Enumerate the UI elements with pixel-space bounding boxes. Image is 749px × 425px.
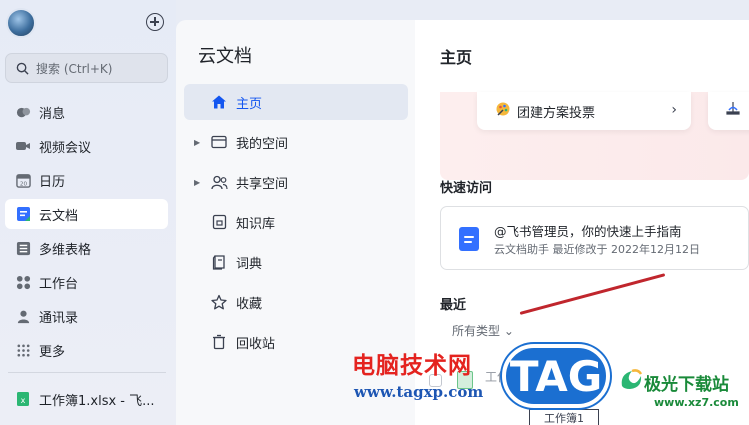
home-icon: [210, 93, 228, 111]
folder-icon: [210, 133, 228, 151]
nav-item-label: 日历: [39, 174, 66, 190]
docs-item-favorites[interactable]: 收藏: [184, 284, 408, 320]
watermark-site-name: 电脑技术网: [352, 352, 472, 379]
excel-file-icon: x: [15, 391, 31, 407]
cloud-doc-icon: [15, 206, 31, 222]
nav-item-label: 消息: [39, 106, 66, 122]
docs-item-label: 词典: [236, 256, 263, 272]
template-card-team-vote[interactable]: 团建方案投票 ›: [477, 92, 691, 130]
template-card-partial[interactable]: [708, 92, 749, 130]
table-icon: [15, 240, 31, 256]
docs-item-my-space[interactable]: ▶ 我的空间: [184, 124, 408, 160]
docs-item-knowledge-base[interactable]: 知识库: [184, 204, 408, 240]
expand-caret-icon[interactable]: ▶: [194, 138, 204, 147]
brand-swirl-icon: [621, 369, 643, 389]
page-title: 主页: [440, 48, 473, 67]
nav-item-label: 多维表格: [39, 242, 92, 258]
knowledge-base-icon: [210, 213, 228, 231]
search-placeholder: 搜索 (Ctrl+K): [36, 61, 113, 76]
watermark-brand-url: www.xz7.com: [654, 396, 739, 409]
search-icon: [16, 62, 29, 75]
calendar-date-badge: 20: [19, 181, 27, 187]
quick-access-doc-title: @飞书管理员，你的快速上手指南: [494, 224, 682, 239]
chat-bubble-icon: [15, 104, 31, 120]
docs-item-label: 主页: [236, 96, 263, 112]
svg-text:x: x: [21, 396, 26, 405]
contacts-icon: [15, 308, 31, 324]
chevron-right-icon: ›: [671, 102, 677, 118]
left-navigation: 搜索 (Ctrl+K) 消息 视频会议 20 日历 云文档 多维表格 工作台 通…: [0, 0, 176, 425]
nav-item-workspace[interactable]: 工作台: [5, 267, 168, 297]
nav-item-contacts[interactable]: 通讯录: [5, 301, 168, 331]
divider: [8, 372, 166, 373]
nav-item-more[interactable]: 更多: [5, 335, 168, 365]
quick-access-doc-meta: 云文档助手 最近修改于 2022年12月12日: [494, 243, 700, 256]
docs-item-dictionary[interactable]: 词典: [184, 244, 408, 280]
docs-item-home[interactable]: 主页: [184, 84, 408, 120]
search-input[interactable]: 搜索 (Ctrl+K): [5, 53, 168, 83]
recent-heading: 最近: [440, 298, 467, 313]
nav-item-label: 通讯录: [39, 310, 79, 326]
nav-item-multidimensional-table[interactable]: 多维表格: [5, 233, 168, 263]
docs-item-label: 收藏: [236, 296, 263, 312]
template-card-label: 团建方案投票: [517, 105, 596, 121]
avatar[interactable]: [6, 8, 36, 38]
star-icon: [210, 293, 228, 311]
watermark-brand-name: 极光下载站: [644, 375, 729, 395]
nav-item-cloud-docs[interactable]: 云文档: [5, 199, 168, 229]
nav-item-video-meeting[interactable]: 视频会议: [5, 131, 168, 161]
more-dots-icon: [15, 342, 31, 358]
docs-item-label: 回收站: [236, 336, 276, 352]
quick-access-heading: 快速访问: [440, 181, 493, 196]
workspace-grid-icon: [15, 274, 31, 290]
docs-item-label: 知识库: [236, 216, 276, 232]
nav-item-calendar[interactable]: 20 日历: [5, 165, 168, 195]
banner: 团建方案投票 ›: [440, 92, 749, 180]
open-file-label: 工作簿1.xlsx - 飞...: [39, 393, 155, 409]
docs-item-label: 共享空间: [236, 176, 289, 192]
calendar-icon: 20: [15, 172, 31, 188]
recent-item-tag[interactable]: 工作簿1: [529, 409, 599, 425]
video-camera-icon: [15, 138, 31, 154]
docs-item-label: 我的空间: [236, 136, 289, 152]
expand-caret-icon[interactable]: ▶: [194, 178, 204, 187]
palette-icon: [495, 101, 511, 121]
shared-users-icon: [210, 173, 228, 191]
nav-item-messages[interactable]: 消息: [5, 97, 168, 127]
watermark-site-url: www.tagxp.com: [354, 383, 484, 401]
quick-access-card[interactable]: @飞书管理员，你的快速上手指南 云文档助手 最近修改于 2022年12月12日: [440, 206, 749, 270]
docs-item-shared-space[interactable]: ▶ 共享空间: [184, 164, 408, 200]
scale-icon: [726, 102, 740, 115]
nav-item-label: 工作台: [39, 276, 79, 292]
trash-icon: [210, 333, 228, 351]
create-plus-icon[interactable]: [146, 13, 164, 31]
nav-item-label: 云文档: [39, 208, 79, 224]
nav-item-label: 更多: [39, 344, 66, 360]
nav-item-label: 视频会议: [39, 140, 92, 156]
chevron-down-icon: ⌄: [503, 324, 514, 338]
docs-sidebar-title: 云文档: [198, 46, 252, 67]
document-icon: [459, 227, 479, 251]
type-filter-dropdown[interactable]: 所有类型 ⌄: [452, 322, 514, 339]
dictionary-icon: [210, 253, 228, 271]
nav-item-open-file[interactable]: x 工作簿1.xlsx - 飞...: [5, 384, 168, 414]
watermark-tag-logo: TAG: [502, 344, 610, 408]
type-filter-label: 所有类型: [452, 324, 501, 338]
